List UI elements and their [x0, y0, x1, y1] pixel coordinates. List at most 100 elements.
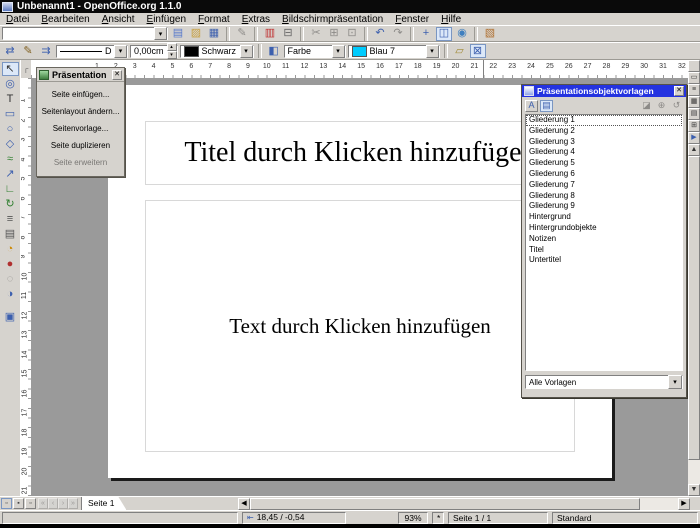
rotate-tool-icon[interactable]: ↻	[2, 197, 19, 211]
horizontal-scrollbar[interactable]: ◀ ▶	[238, 498, 700, 510]
status-zoom-field[interactable]: 93%	[398, 512, 428, 524]
start-slideshow-button[interactable]: ▶	[688, 132, 700, 144]
insert-icon[interactable]: +	[418, 27, 434, 41]
style-list-item[interactable]: Gliederung 2	[526, 126, 682, 137]
spinner-buttons[interactable]: ▴▾	[167, 43, 177, 59]
insert-page-item[interactable]: Seite einfügen...	[37, 86, 124, 103]
copy-icon[interactable]: ⊞	[326, 27, 342, 41]
style-list-item[interactable]: Gliederung 4	[526, 147, 682, 158]
menu-item[interactable]: Bearbeiten	[35, 14, 95, 25]
style-list-item[interactable]: Gliederung 6	[526, 169, 682, 180]
scroll-left-icon[interactable]: ◀	[238, 498, 250, 510]
new-document-icon[interactable]: ▤	[170, 27, 186, 41]
vertical-scrollbar[interactable]: ▭≡▦▤⊞▶ ▲ ▼	[688, 60, 700, 496]
presentation-tool-icon[interactable]: ▣	[2, 310, 19, 324]
titlebar[interactable]: Unbenannt1 - OpenOffice.org 1.1.0	[0, 0, 700, 13]
duplicate-page-item[interactable]: Seite duplizieren	[37, 137, 124, 154]
print-icon[interactable]: ⊟	[280, 27, 296, 41]
url-combo[interactable]: ▾	[2, 27, 168, 40]
dropdown-arrow-icon[interactable]: ▾	[426, 45, 439, 58]
menu-item[interactable]: Bildschirmpräsentation	[276, 14, 389, 25]
next-page-button[interactable]: ›	[58, 498, 68, 509]
open-icon[interactable]: ▨	[188, 27, 204, 41]
style-filter-combo[interactable]: Alle Vorlagen ▾	[525, 375, 683, 389]
undo-icon[interactable]: ↶	[372, 27, 388, 41]
page-tab[interactable]: Seite 1	[81, 497, 126, 510]
prev-page-button[interactable]: ‹	[48, 498, 58, 509]
close-icon[interactable]: ✕	[112, 70, 122, 80]
outline-view-button[interactable]: ≡	[688, 84, 700, 96]
export-pdf-icon[interactable]: ▥	[262, 27, 278, 41]
scroll-right-icon[interactable]: ▶	[678, 498, 690, 510]
palette-titlebar[interactable]: Präsentation ✕	[37, 68, 124, 82]
pen-icon[interactable]: ✎	[20, 44, 36, 58]
presentation-styles-icon[interactable]: ▤	[540, 100, 553, 112]
style-list-item[interactable]: Notizen	[526, 234, 682, 245]
interaction-tool-icon[interactable]: ●	[2, 257, 19, 271]
scrollbar-thumb[interactable]	[250, 498, 640, 510]
modify-layout-item[interactable]: Seitenlayout ändern...	[37, 103, 124, 120]
effects-tool-icon[interactable]: ◔	[2, 242, 19, 256]
graphics-styles-icon[interactable]: A	[525, 100, 538, 112]
zoom-tool-icon[interactable]: ◎	[2, 77, 19, 91]
update-style-icon[interactable]: ↺	[670, 100, 683, 112]
edit-points-icon[interactable]: ⇄	[2, 44, 18, 58]
close-icon[interactable]: ✕	[674, 86, 684, 96]
title-placeholder[interactable]: Titel durch Klicken hinzufügen	[145, 121, 575, 185]
gallery-icon[interactable]: ▧	[482, 27, 498, 41]
dropdown-arrow-icon[interactable]: ▾	[114, 45, 127, 58]
style-list-item[interactable]: Gliederung 5	[526, 158, 682, 169]
fill-color-combo[interactable]: Blau 7 ▾	[348, 45, 440, 58]
select-tool-icon[interactable]: ↖	[2, 62, 19, 76]
scrollbar-thumb[interactable]	[688, 156, 700, 460]
menu-item[interactable]: Fenster	[389, 14, 435, 25]
last-page-button[interactable]: »	[68, 498, 78, 509]
rectangle-tool-icon[interactable]: ▭	[2, 107, 19, 121]
new-style-icon[interactable]: ⊕	[655, 100, 668, 112]
arrange-tool-icon[interactable]: ▤	[2, 227, 19, 241]
scroll-down-icon[interactable]: ▼	[688, 484, 700, 496]
page-style-item[interactable]: Seitenvorlage...	[37, 120, 124, 137]
line-style-combo[interactable]: D ▾	[56, 45, 128, 58]
scrollbar-corner-button[interactable]	[688, 60, 700, 72]
redo-icon[interactable]: ↷	[390, 27, 406, 41]
handout-view-button[interactable]: ⊞	[688, 120, 700, 132]
save-icon[interactable]: ▦	[206, 27, 222, 41]
slide-view-button[interactable]: ▦	[688, 96, 700, 108]
arrow-style-icon[interactable]: ⇉	[38, 44, 54, 58]
paste-icon[interactable]: ⊡	[344, 27, 360, 41]
3d-effects-tool-icon[interactable]: ◑	[2, 287, 19, 301]
expand-page-item[interactable]: Seite erweitern	[37, 154, 124, 171]
navigator-icon[interactable]: ◉	[454, 27, 470, 41]
dropdown-arrow-icon[interactable]: ▾	[668, 375, 682, 389]
drawing-view-button[interactable]: ▭	[688, 72, 700, 84]
curve-tool-icon[interactable]: ≈	[2, 152, 19, 166]
animation-tool-icon[interactable]: ◌	[2, 272, 19, 286]
3d-objects-tool-icon[interactable]: ◇	[2, 137, 19, 151]
style-list-item[interactable]: Gliederung 3	[526, 137, 682, 148]
scroll-up-icon[interactable]: ▲	[688, 144, 700, 156]
ellipse-tool-icon[interactable]: ○	[2, 122, 19, 136]
fill-style-icon[interactable]: ◧	[266, 44, 282, 58]
fill-type-combo[interactable]: Farbe ▾	[284, 45, 346, 58]
menu-item[interactable]: Hilfe	[435, 14, 467, 25]
scrollbar-track[interactable]	[688, 156, 700, 484]
master-mode-button[interactable]: ▪	[13, 498, 24, 509]
dropdown-arrow-icon[interactable]: ▾	[332, 45, 345, 58]
line-color-combo[interactable]: Schwarz ▾	[180, 45, 254, 58]
menu-item[interactable]: Datei	[0, 14, 35, 25]
line-width-spinner[interactable]: 0,00cm ▴▾	[130, 45, 178, 58]
lines-arrows-tool-icon[interactable]: ↗	[2, 167, 19, 181]
style-list-item[interactable]: Gliederung 1	[526, 115, 682, 126]
body-placeholder[interactable]: Text durch Klicken hinzufügen	[145, 200, 575, 452]
style-list-item[interactable]: Untertitel	[526, 255, 682, 266]
stylist-titlebar[interactable]: Präsentationsobjektvorlagen ✕	[522, 85, 686, 97]
style-list-item[interactable]: Gliederung 7	[526, 180, 682, 191]
connectors-tool-icon[interactable]: ∟	[2, 182, 19, 196]
first-page-button[interactable]: «	[38, 498, 48, 509]
alignment-tool-icon[interactable]: ≡	[2, 212, 19, 226]
style-list-item[interactable]: Hintergrundobjekte	[526, 223, 682, 234]
menu-item[interactable]: Ansicht	[96, 14, 141, 25]
shadow-icon[interactable]: ▱	[452, 44, 468, 58]
status-style-field[interactable]: Standard	[552, 512, 698, 524]
